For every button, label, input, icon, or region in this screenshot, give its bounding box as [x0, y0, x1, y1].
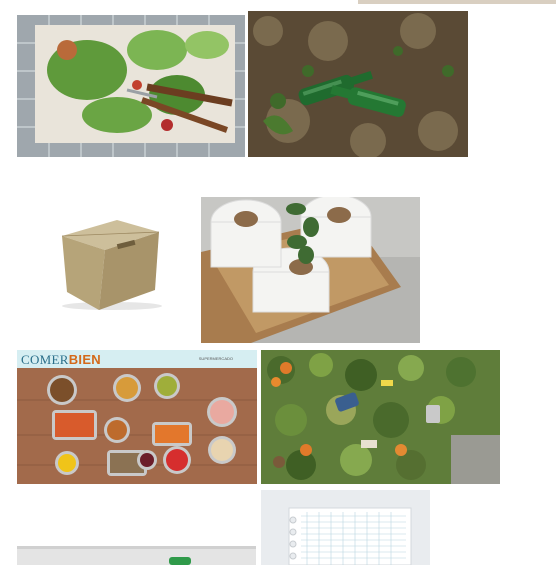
brand-logo: COMERBIEN	[21, 352, 101, 368]
cardboard-box-image[interactable]	[17, 200, 199, 312]
toilet-paper-illustration	[201, 197, 420, 343]
salad-illustration	[17, 15, 245, 157]
canned-food-illustration	[17, 350, 257, 484]
notebook-page-image[interactable]	[261, 490, 430, 565]
brand-part1: COMER	[21, 352, 69, 367]
box-illustration	[17, 200, 199, 312]
glass-bottles-image[interactable]	[248, 11, 468, 157]
partial-top-image[interactable]	[358, 0, 556, 4]
compost-waste-image[interactable]	[261, 350, 500, 484]
partial-bottom-image[interactable]	[17, 546, 256, 565]
compost-illustration	[261, 350, 500, 484]
toilet-rolls-image[interactable]	[201, 197, 420, 343]
bottles-illustration	[248, 11, 468, 157]
partial-illustration	[17, 546, 256, 565]
brand-small-text: SUPERMERCADO	[198, 356, 233, 361]
brand-part2: BIEN	[68, 352, 101, 367]
salad-leftovers-image[interactable]	[17, 15, 245, 157]
canned-food-image[interactable]: COMERBIEN SUPERMERCADO	[17, 350, 257, 484]
notebook-illustration	[261, 490, 430, 565]
